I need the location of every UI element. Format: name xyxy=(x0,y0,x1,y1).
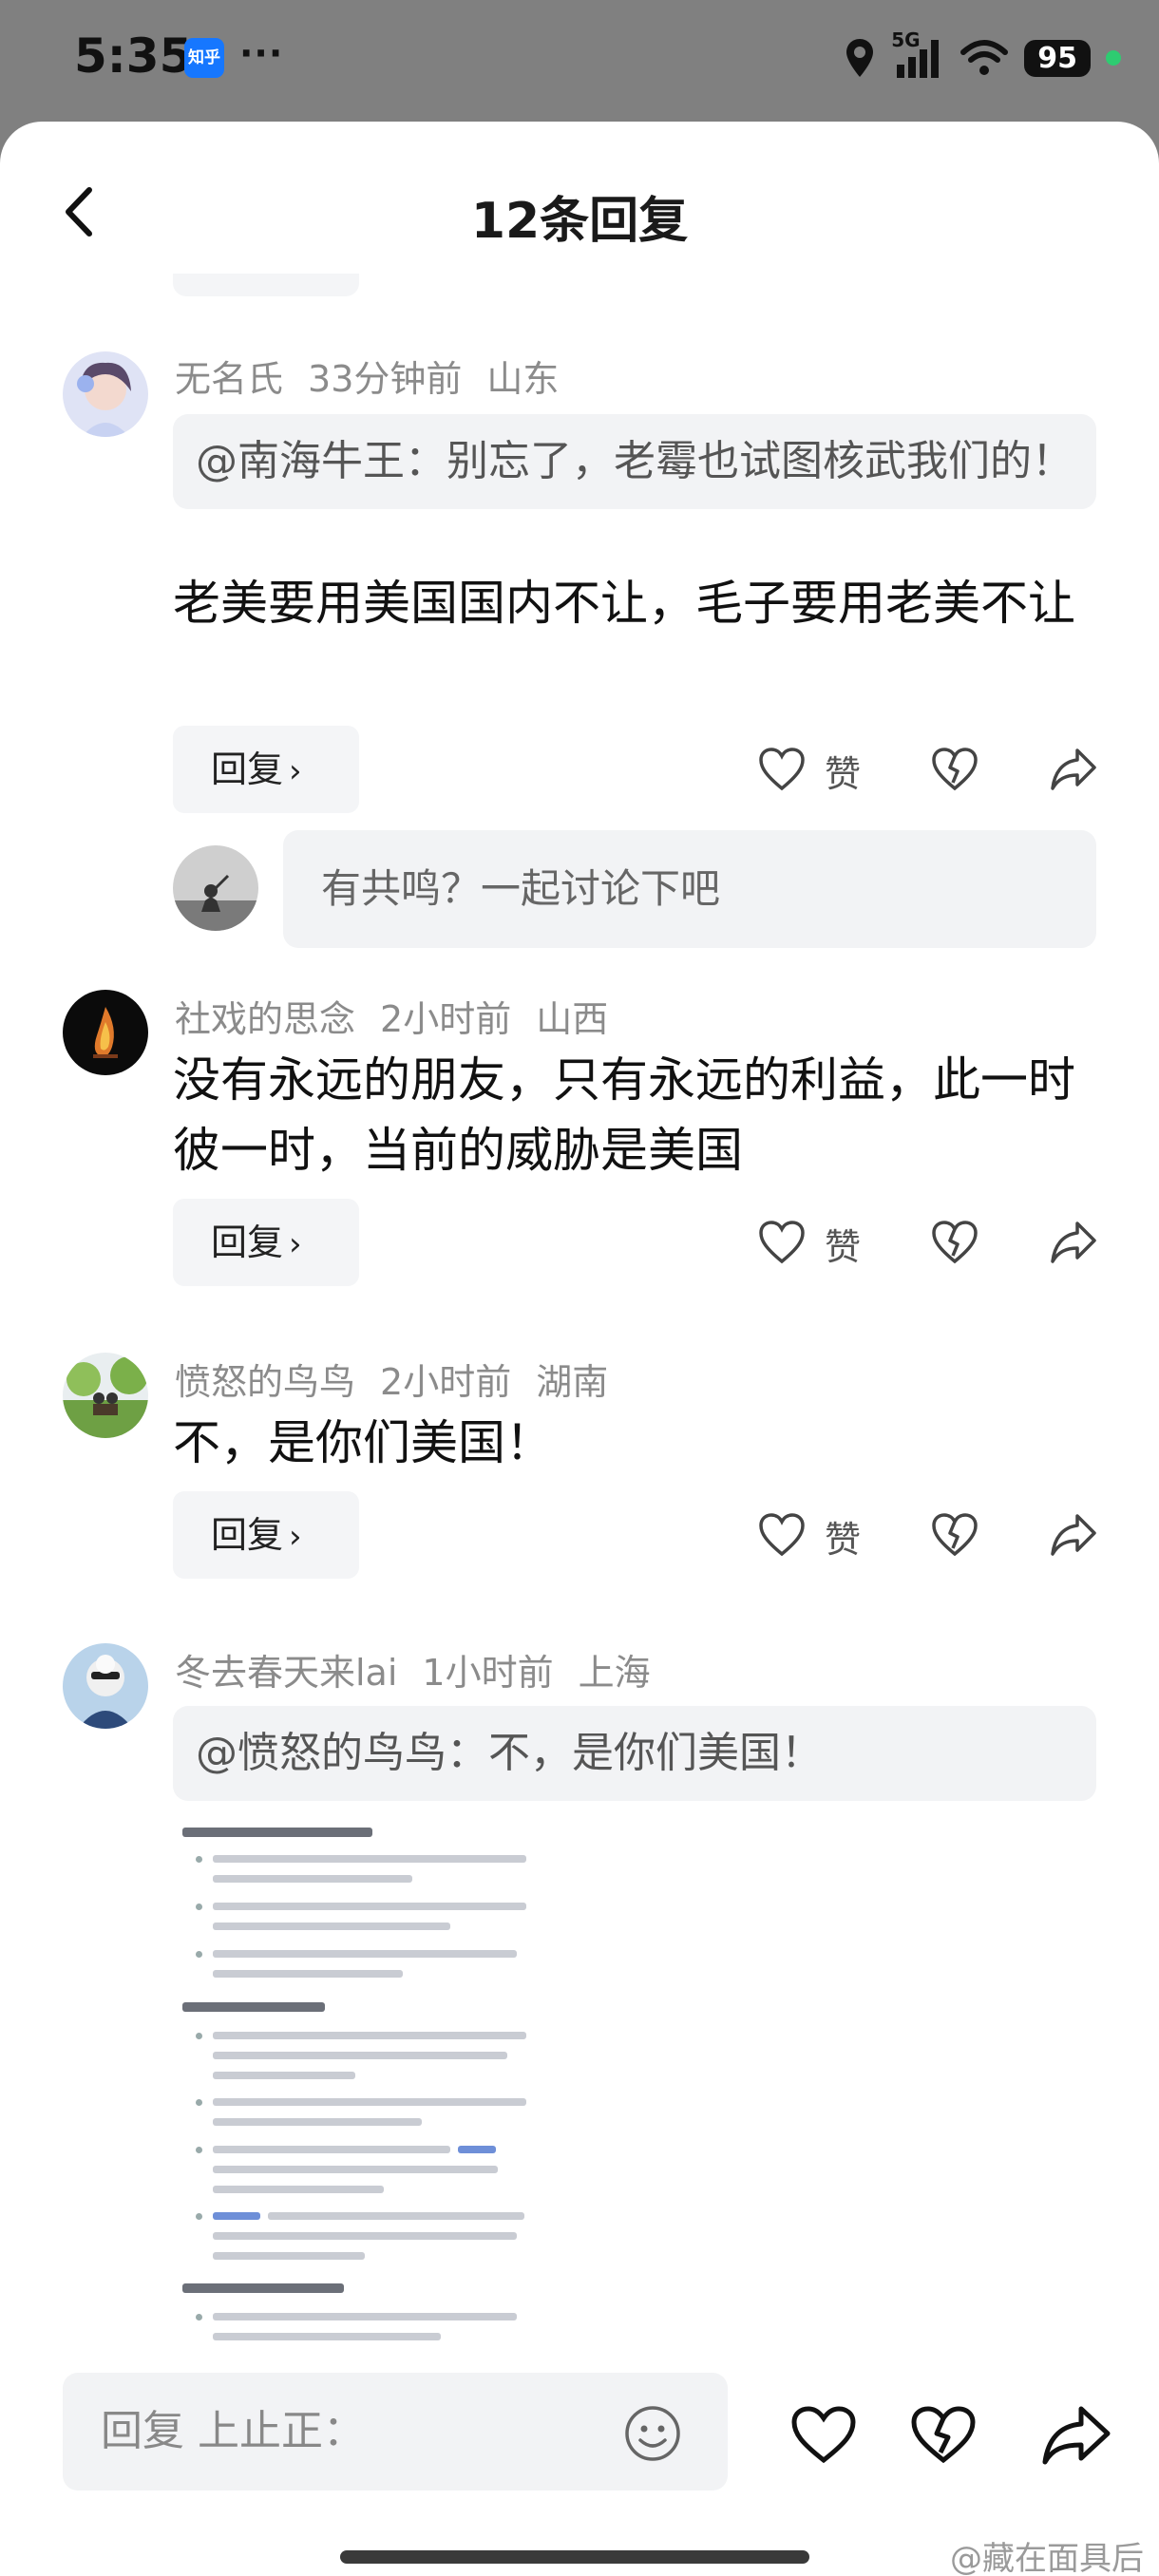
chevron-right-icon: › xyxy=(289,752,302,790)
comment-actions: 赞 xyxy=(758,1199,1110,1286)
username[interactable]: 愤怒的鸟鸟 xyxy=(175,1361,355,1403)
reply-label: 回复 xyxy=(211,1514,284,1556)
comment-location: 山东 xyxy=(486,358,560,400)
location-icon xyxy=(846,39,874,77)
privacy-dot xyxy=(1106,50,1121,66)
avatar[interactable] xyxy=(63,351,148,437)
comment-meta: 冬去春天来lai 1小时前 上海 xyxy=(175,1643,675,1695)
reply-input-row: 有共鸣？一起讨论下吧 xyxy=(173,830,1096,948)
like-label[interactable]: 赞 xyxy=(825,745,861,797)
status-time: 5:35 xyxy=(74,28,193,84)
reply-button[interactable]: 回复 › xyxy=(173,1199,359,1286)
status-more-icon: ··· xyxy=(239,32,284,74)
username[interactable]: 冬去春天来lai xyxy=(175,1652,397,1694)
like-label[interactable]: 赞 xyxy=(825,1218,861,1270)
status-indicators: 5G 95 xyxy=(844,28,1121,82)
status-bar: 5:35 知乎 ··· 5G 95 xyxy=(0,0,1159,119)
broken-heart-icon[interactable] xyxy=(931,747,978,792)
share-arrow-icon[interactable] xyxy=(1049,747,1098,792)
comment-text: 没有永远的朋友，只有永远的利益，此一时彼一时，当前的威胁是美国 xyxy=(173,1052,1075,1178)
chevron-right-icon: › xyxy=(289,1225,302,1263)
emoji-icon[interactable] xyxy=(623,2404,682,2463)
quoted-reply[interactable]: @南海牛王：别忘了，老霉也试图核武我们的！ xyxy=(173,414,1096,509)
avatar[interactable] xyxy=(63,1353,148,1438)
page-title: 12条回复 xyxy=(470,193,689,250)
attached-image[interactable] xyxy=(173,1812,686,2373)
signal-icon: 5G xyxy=(891,28,944,80)
reply-button[interactable]: 回复 › xyxy=(173,726,359,813)
comment-location: 上海 xyxy=(578,1652,651,1694)
username[interactable]: 社戏的思念 xyxy=(175,998,355,1040)
comment-meta: 社戏的思念 2小时前 山西 xyxy=(175,990,633,1042)
comment-meta: 愤怒的鸟鸟 2小时前 湖南 xyxy=(175,1353,633,1405)
comment-meta: 无名氏 33分钟前 山东 xyxy=(175,350,583,402)
comment-location: 湖南 xyxy=(536,1361,609,1403)
zhihu-app-icon: 知乎 xyxy=(184,38,224,78)
reply-label: 回复 xyxy=(211,748,284,790)
reply-label: 回复 xyxy=(211,1222,284,1263)
comment-time: 33分钟前 xyxy=(308,358,463,400)
home-indicator xyxy=(340,2550,809,2564)
reply-input[interactable]: 有共鸣？一起讨论下吧 xyxy=(283,830,1096,948)
like-label[interactable]: 赞 xyxy=(825,1510,861,1563)
reply-button[interactable]: 回复 › xyxy=(173,1491,359,1579)
comment-actions: 赞 xyxy=(758,726,1110,813)
comment-time: 2小时前 xyxy=(380,1361,512,1403)
heart-icon[interactable] xyxy=(790,2405,857,2466)
previous-item-edge xyxy=(173,274,359,296)
quoted-reply[interactable]: @愤怒的鸟鸟：不，是你们美国！ xyxy=(173,1706,1096,1801)
replies-sheet: 12条回复 无名氏 33分钟前 山东 @南海牛王：别忘了，老霉也试图核武我们的！ 老… xyxy=(0,122,1159,2576)
broken-heart-icon[interactable] xyxy=(931,1512,978,1558)
heart-icon[interactable] xyxy=(758,1512,806,1558)
comment-actions: 赞 xyxy=(758,1491,1110,1579)
comment-location: 山西 xyxy=(536,998,609,1040)
share-arrow-icon[interactable] xyxy=(1049,1512,1098,1558)
comment-time: 1小时前 xyxy=(422,1652,554,1694)
avatar xyxy=(173,845,258,931)
comment-text: 老美要用美国国内不让，毛子要用老美不让 xyxy=(173,576,1075,631)
battery-indicator: 95 xyxy=(1024,39,1091,77)
sheet-header: 12条回复 xyxy=(0,122,1159,312)
wifi-icon xyxy=(960,40,1009,75)
avatar[interactable] xyxy=(63,1643,148,1729)
heart-icon[interactable] xyxy=(758,747,806,792)
share-arrow-icon[interactable] xyxy=(1049,1220,1098,1265)
watermark: @藏在面具后 xyxy=(950,2540,1144,2576)
heart-icon[interactable] xyxy=(758,1220,806,1265)
comment-text: 不，是你们美国！ xyxy=(173,1415,553,1470)
username[interactable]: 无名氏 xyxy=(175,358,283,400)
chevron-right-icon: › xyxy=(289,1518,302,1556)
share-arrow-icon[interactable] xyxy=(1041,2405,1112,2466)
comment-time: 2小时前 xyxy=(380,998,512,1040)
avatar[interactable] xyxy=(63,990,148,1075)
broken-heart-icon[interactable] xyxy=(931,1220,978,1265)
broken-heart-icon[interactable] xyxy=(910,2405,977,2466)
